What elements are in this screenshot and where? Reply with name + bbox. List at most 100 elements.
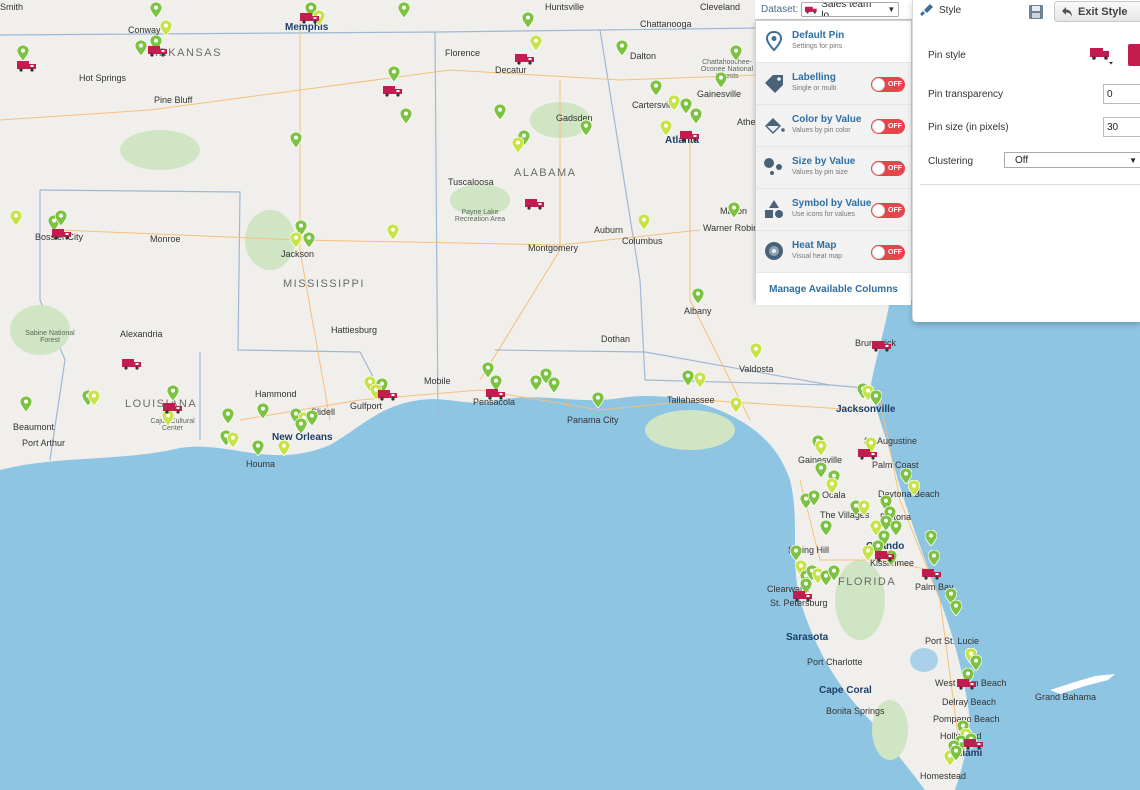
map-pin-icon[interactable] — [730, 397, 742, 413]
map-pin-icon[interactable] — [908, 480, 920, 496]
map-pin-icon[interactable] — [660, 120, 672, 136]
menu-item-symbol-by-value[interactable]: Symbol by Value Use icons for values OFF — [756, 189, 911, 231]
map-pin-icon[interactable] — [388, 66, 400, 82]
map-pin-icon[interactable] — [167, 385, 179, 401]
map-pin-icon[interactable] — [828, 565, 840, 581]
map-pin-icon[interactable] — [808, 490, 820, 506]
map-pin-icon[interactable] — [252, 440, 264, 456]
map-pin-icon[interactable] — [925, 530, 937, 546]
map-pin-icon[interactable] — [650, 80, 662, 96]
menu-item-heat-map[interactable]: Heat Map Visual heat map OFF — [756, 231, 911, 273]
map-pin-icon[interactable] — [512, 137, 524, 153]
truck-marker-icon[interactable] — [525, 198, 545, 210]
map-pin-icon[interactable] — [530, 35, 542, 51]
truck-marker-icon[interactable] — [875, 550, 895, 562]
truck-marker-icon[interactable] — [52, 228, 72, 240]
city-label: Gulfport — [350, 401, 383, 411]
pin-style-picker[interactable] — [1090, 45, 1114, 65]
map-pin-icon[interactable] — [387, 224, 399, 240]
truck-marker-icon[interactable] — [793, 590, 813, 602]
map-pin-icon[interactable] — [928, 550, 940, 566]
map-pin-icon[interactable] — [17, 45, 29, 61]
pin-transparency-input[interactable] — [1103, 84, 1140, 104]
map-pin-icon[interactable] — [303, 232, 315, 248]
color-by-value-toggle[interactable]: OFF — [871, 119, 905, 134]
map-pin-icon[interactable] — [950, 745, 962, 761]
truck-marker-icon[interactable] — [122, 358, 142, 370]
map-pin-icon[interactable] — [820, 520, 832, 536]
map-pin-icon[interactable] — [150, 2, 162, 18]
map-pin-icon[interactable] — [616, 40, 628, 56]
truck-marker-icon[interactable] — [378, 389, 398, 401]
menu-item-size-by-value[interactable]: Size by Value Values by pin size OFF — [756, 147, 911, 189]
exit-style-button[interactable]: Exit Style — [1054, 1, 1140, 22]
map-pin-icon[interactable] — [135, 40, 147, 56]
truck-marker-icon[interactable] — [383, 85, 403, 97]
map-pin-icon[interactable] — [694, 372, 706, 388]
map-pin-icon[interactable] — [398, 2, 410, 18]
map-pin-icon[interactable] — [295, 418, 307, 434]
map-pin-icon[interactable] — [278, 440, 290, 456]
map-pin-icon[interactable] — [290, 232, 302, 248]
symbol-by-value-toggle[interactable]: OFF — [871, 203, 905, 218]
map-pin-icon[interactable] — [227, 432, 239, 448]
map-pin-icon[interactable] — [692, 288, 704, 304]
map-pin-icon[interactable] — [10, 210, 22, 226]
map-pin-icon[interactable] — [790, 545, 802, 561]
truck-marker-icon[interactable] — [964, 738, 984, 750]
truck-marker-icon[interactable] — [515, 53, 535, 65]
dataset-dropdown[interactable]: Sales team lo... ▼ — [801, 2, 900, 17]
map-pin-icon[interactable] — [870, 390, 882, 406]
map-pin-icon[interactable] — [890, 520, 902, 536]
map-pin-icon[interactable] — [728, 202, 740, 218]
map-pin-icon[interactable] — [548, 377, 560, 393]
map-pin-icon[interactable] — [668, 95, 680, 111]
map-pin-icon[interactable] — [858, 500, 870, 516]
labelling-toggle[interactable]: OFF — [871, 77, 905, 92]
map-pin-icon[interactable] — [160, 20, 172, 36]
map-pin-icon[interactable] — [580, 120, 592, 136]
map-pin-icon[interactable] — [826, 478, 838, 494]
map-pin-icon[interactable] — [400, 108, 412, 124]
map-pin-icon[interactable] — [290, 132, 302, 148]
truck-marker-icon[interactable] — [858, 448, 878, 460]
map-pin-icon[interactable] — [815, 462, 827, 478]
size-by-value-toggle[interactable]: OFF — [871, 161, 905, 176]
menu-item-labelling[interactable]: Labelling Single or multi OFF — [756, 63, 911, 105]
truck-marker-icon[interactable] — [957, 678, 977, 690]
heat-map-toggle[interactable]: OFF — [871, 245, 905, 260]
clustering-dropdown[interactable]: Off ▼ — [1004, 152, 1140, 168]
truck-marker-icon[interactable] — [922, 568, 942, 580]
truck-marker-icon[interactable] — [486, 388, 506, 400]
truck-marker-icon[interactable] — [872, 340, 892, 352]
map-pin-icon[interactable] — [494, 104, 506, 120]
menu-item-color-by-value[interactable]: Color by Value Values by pin color OFF — [756, 105, 911, 147]
truck-marker-icon[interactable] — [300, 12, 320, 24]
map-pin-icon[interactable] — [682, 370, 694, 386]
map-pin-icon[interactable] — [862, 545, 874, 561]
map-pin-icon[interactable] — [592, 392, 604, 408]
map-pin-icon[interactable] — [306, 410, 318, 426]
map-pin-icon[interactable] — [20, 396, 32, 412]
map-pin-icon[interactable] — [690, 108, 702, 124]
map-pin-icon[interactable] — [638, 214, 650, 230]
truck-marker-icon[interactable] — [680, 130, 700, 142]
map-pin-icon[interactable] — [730, 45, 742, 61]
map-pin-icon[interactable] — [715, 72, 727, 88]
map-pin-icon[interactable] — [88, 390, 100, 406]
pin-color-swatch[interactable] — [1128, 44, 1140, 66]
truck-marker-icon[interactable] — [163, 402, 183, 414]
menu-item-default-pin[interactable]: Default Pin Settings for pins — [756, 21, 911, 63]
truck-marker-icon[interactable] — [148, 45, 168, 57]
manage-columns-link[interactable]: Manage Available Columns — [756, 273, 911, 305]
map-pin-icon[interactable] — [222, 408, 234, 424]
map-pin-icon[interactable] — [815, 440, 827, 456]
map-pin-icon[interactable] — [522, 12, 534, 28]
map-pin-icon[interactable] — [257, 403, 269, 419]
map-pin-icon[interactable] — [55, 210, 67, 226]
truck-marker-icon[interactable] — [17, 60, 37, 72]
pin-size-input[interactable] — [1103, 117, 1140, 137]
save-icon[interactable] — [1028, 4, 1044, 20]
map-pin-icon[interactable] — [950, 600, 962, 616]
map-pin-icon[interactable] — [750, 343, 762, 359]
